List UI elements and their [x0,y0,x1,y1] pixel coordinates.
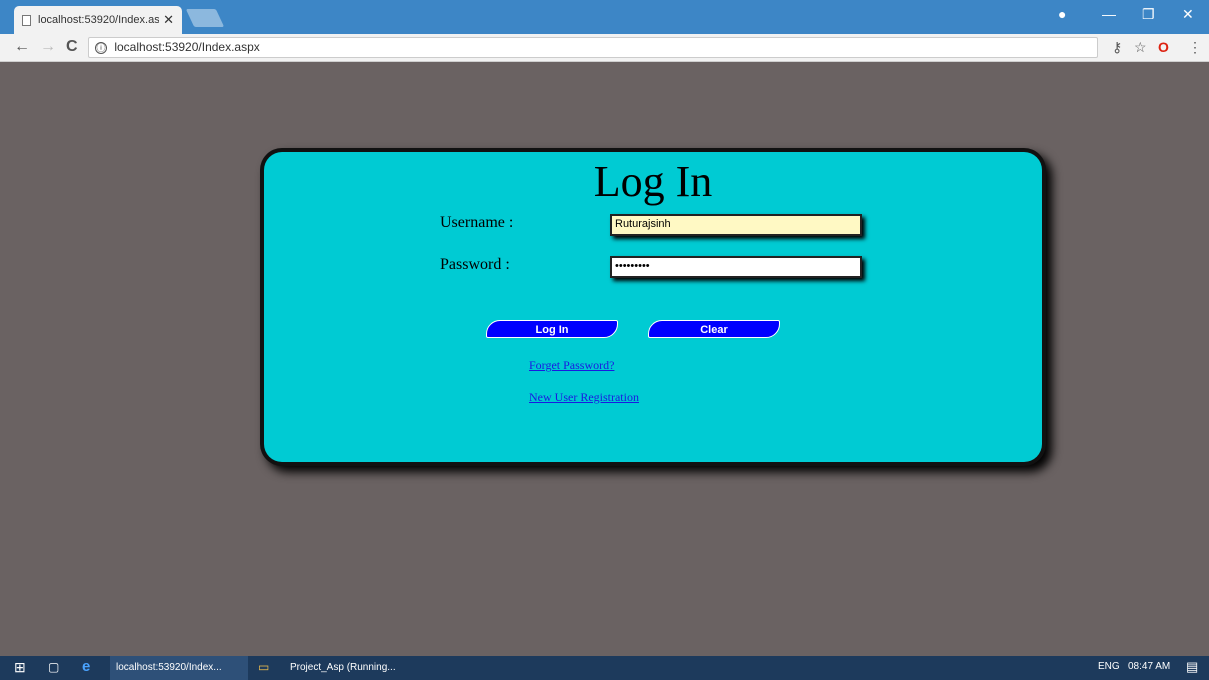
browser-titlebar: localhost:53920/Index.as ✕ ● — ❐ ✕ [0,0,1209,34]
username-input[interactable]: Ruturajsinh [610,214,862,236]
url-text: localhost:53920/Index.aspx [114,40,260,54]
menu-icon[interactable]: ⋮ [1188,39,1202,56]
page-background: Log In Username : Ruturajsinh Password :… [6,62,1209,656]
edge-icon[interactable]: e [82,658,90,675]
chrome-taskbar-item[interactable]: localhost:53920/Index... [110,656,248,680]
start-icon[interactable]: ⊞ [14,659,26,676]
new-tab-button[interactable] [185,9,225,27]
tab-title: localhost:53920/Index.as [38,14,160,26]
visual-studio-taskbar-label: Project_Asp (Running... [290,662,396,673]
reload-icon[interactable]: C [66,38,78,56]
login-panel: Log In Username : Ruturajsinh Password :… [264,152,1042,462]
new-user-registration-link[interactable]: New User Registration [529,390,639,405]
forgot-password-link[interactable]: Forget Password? [529,358,614,373]
back-icon[interactable]: ← [14,38,30,56]
forward-icon[interactable]: → [40,38,56,56]
browser-tab[interactable]: localhost:53920/Index.as ✕ [14,6,182,34]
profile-icon[interactable]: ● [1058,6,1066,22]
opera-icon[interactable]: O [1158,39,1169,55]
password-label: Password : [440,256,510,273]
task-view-icon[interactable]: ▢ [48,660,59,674]
close-window-button[interactable]: ✕ [1182,6,1194,23]
taskbar: ⊞ ▢ e localhost:53920/Index... ▭ Project… [0,656,1209,680]
chrome-taskbar-label: localhost:53920/Index... [116,662,222,673]
tab-close-icon[interactable]: ✕ [163,12,174,28]
address-bar[interactable]: ⓘ localhost:53920/Index.aspx [88,37,1098,58]
minimize-button[interactable]: — [1102,6,1116,22]
language-indicator[interactable]: ENG [1098,661,1120,672]
page-icon [22,14,31,26]
password-input[interactable]: ••••••••• [610,256,862,278]
key-icon[interactable]: ⚷ [1112,39,1122,56]
clear-button[interactable]: Clear [648,320,780,338]
notification-icon[interactable]: ▤ [1186,659,1198,675]
login-title: Log In [593,157,713,206]
clock[interactable]: 08:47 AM [1128,661,1170,672]
star-icon[interactable]: ☆ [1134,39,1147,56]
username-label: Username : [440,214,514,231]
restore-button[interactable]: ❐ [1142,6,1155,23]
browser-toolbar: ← → C ⓘ localhost:53920/Index.aspx ⚷ ☆ O… [0,34,1209,62]
info-icon[interactable]: ⓘ [95,42,107,54]
file-explorer-icon[interactable]: ▭ [258,660,269,674]
login-button[interactable]: Log In [486,320,618,338]
visual-studio-taskbar-item[interactable]: Project_Asp (Running... [284,656,414,680]
